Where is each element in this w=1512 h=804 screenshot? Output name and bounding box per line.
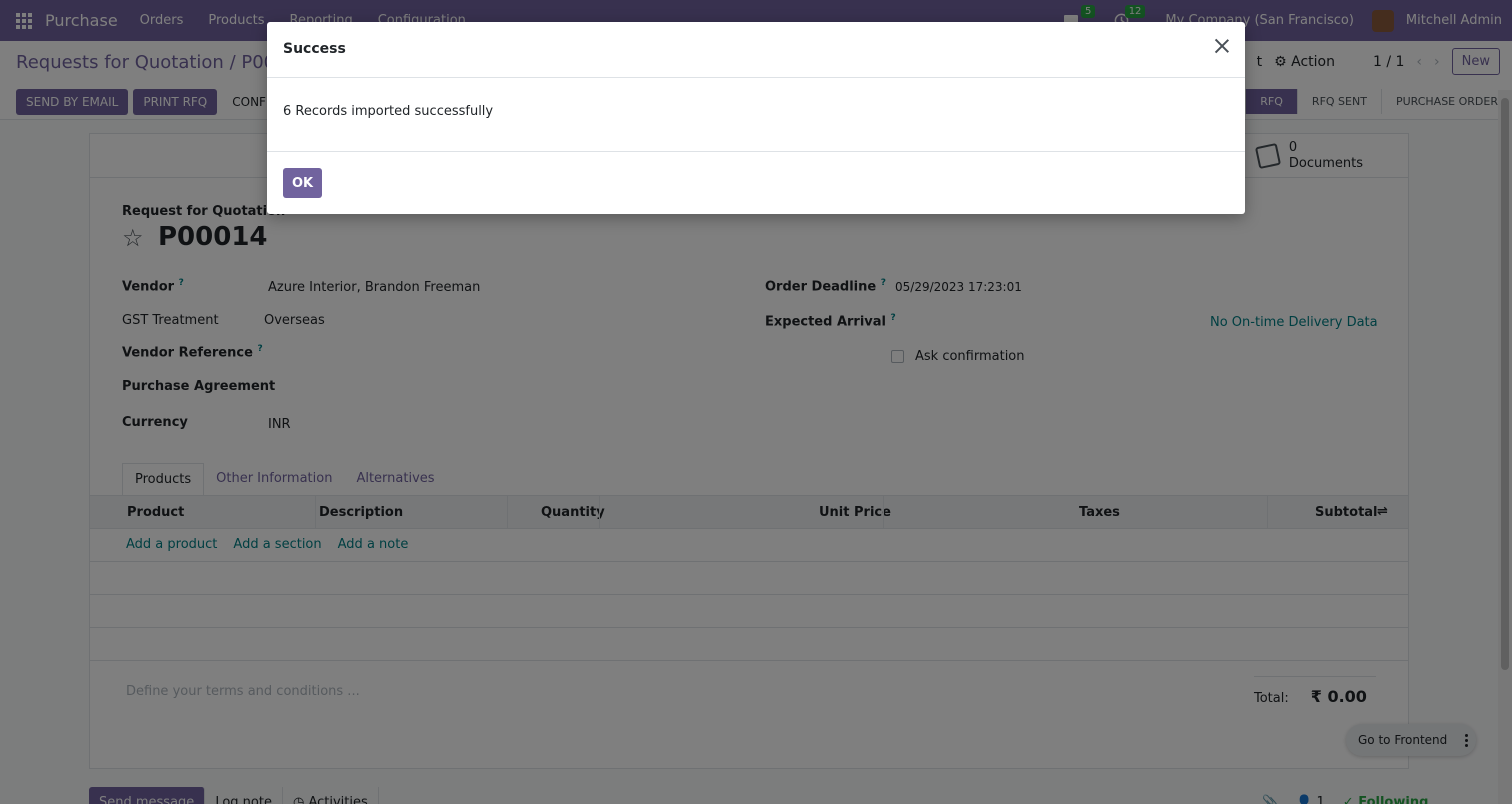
success-dialog: Success 6 Records imported successfully … (267, 22, 1245, 214)
dialog-message: 6 Records imported successfully (283, 104, 494, 119)
ok-button[interactable]: OK (283, 168, 322, 198)
dialog-title: Success (283, 41, 346, 57)
close-icon[interactable] (1213, 37, 1231, 55)
